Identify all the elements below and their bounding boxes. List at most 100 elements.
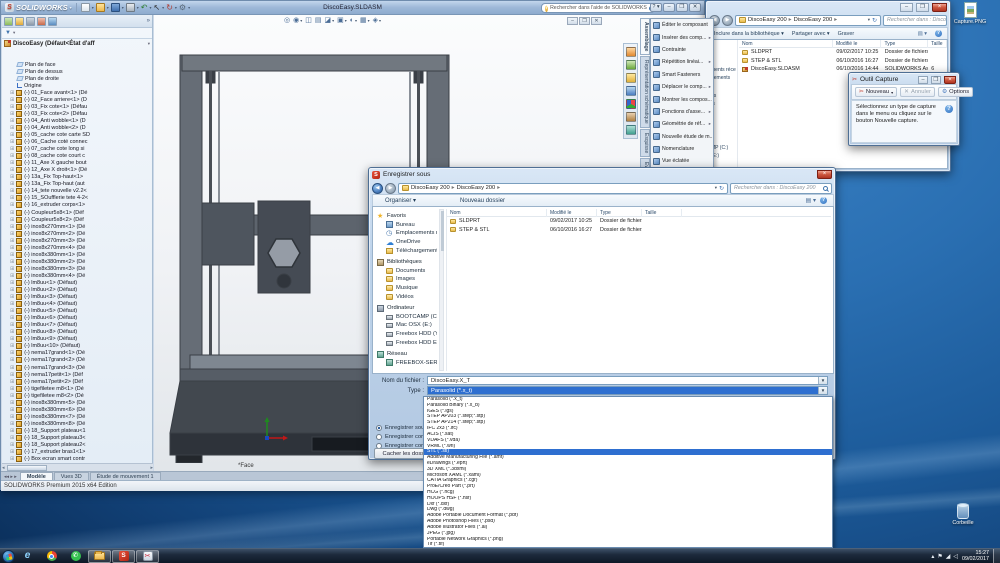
nav-item[interactable]: Vidéos: [375, 292, 437, 301]
breadcrumb-dropdown-icon[interactable]: ▾: [868, 17, 870, 23]
column-headers[interactable]: Nom Modifié le Type Taille: [739, 40, 947, 48]
root-caret-icon[interactable]: ▾: [148, 41, 150, 47]
configuration-manager-tab-icon[interactable]: [26, 16, 35, 26]
file-explorer-icon[interactable]: [625, 73, 636, 83]
help-icon[interactable]: ?: [820, 197, 827, 204]
nav-item[interactable]: Emplacements ré: [375, 229, 437, 238]
tree-item[interactable]: (-) inox8x380mm<8> (Dé: [2, 420, 152, 427]
help-icon[interactable]: ?: [945, 105, 953, 113]
menu-item[interactable]: Insérer des comp... ▸: [651, 31, 713, 43]
tree-item[interactable]: (-) inox8x270mm<1> (Dé: [2, 223, 152, 230]
tab-modele[interactable]: Modèle: [19, 472, 53, 480]
file-row[interactable]: STEP & STL 06/10/2016 16:27 Dossier de fic…: [447, 226, 831, 235]
menu-item[interactable]: Montrer les compos...: [651, 93, 713, 105]
tree-item[interactable]: (-) inox8x380mm<4> (Dé: [2, 272, 152, 279]
open-document-icon[interactable]: [95, 3, 105, 12]
tree-item[interactable]: (-) 15_SOufflerie tete 4-2<: [2, 195, 152, 202]
rebuild-caret-icon[interactable]: ▾: [175, 5, 177, 10]
close-button[interactable]: ×: [944, 75, 956, 84]
menu-item[interactable]: Éditer le composant: [651, 19, 713, 31]
rebuild-icon[interactable]: ↻: [166, 3, 173, 12]
tree-item[interactable]: (-) lm8uu<1> (Défaut): [2, 279, 152, 286]
taskbar-snipping-icon[interactable]: ✂: [136, 549, 159, 563]
nav-item[interactable]: Ordinateur: [375, 304, 437, 313]
select-pointer-icon[interactable]: ↖: [153, 3, 160, 12]
volume-icon[interactable]: ◁: [953, 553, 958, 560]
minimize-button[interactable]: –: [918, 75, 928, 84]
print-icon[interactable]: [125, 3, 135, 12]
start-button[interactable]: [2, 549, 15, 563]
forum-icon[interactable]: [625, 125, 636, 135]
sidebar-item[interactable]: gements: [711, 74, 737, 82]
tree-item[interactable]: (-) inox8x270mm<3> (Dé: [2, 237, 152, 244]
tree-item[interactable]: (-) 14_tete nouvelle v2.2<: [2, 188, 152, 195]
organize-button[interactable]: Organiser ▾: [385, 197, 416, 204]
tree-item[interactable]: (-) lm8uu<10> (Défaut): [2, 343, 152, 350]
menu-item[interactable]: Géométrie de réf... ▸: [651, 118, 713, 130]
tree-item[interactable]: (-) inox8x380mm<5> (Dé: [2, 399, 152, 406]
sidebar-item[interactable]: ts: [711, 100, 737, 108]
display-style-icon[interactable]: ▣ ▾: [337, 16, 347, 24]
tree-item[interactable]: (-) nema17grand<1> (Dé: [2, 350, 152, 357]
column-headers[interactable]: Nom Modifié le Type Taille: [447, 209, 831, 217]
tree-item[interactable]: (-) 16_extruder corps<1>: [2, 202, 152, 209]
tree-item[interactable]: (-) Box ecran smart contr: [2, 456, 152, 463]
doc-minimize-icon[interactable]: –: [567, 17, 578, 25]
commandmanager-tab[interactable]: Assemblage: [640, 18, 650, 56]
nav-item[interactable]: Favoris: [375, 212, 437, 221]
minimize-button[interactable]: –: [900, 3, 913, 12]
maximize-button[interactable]: ❐: [931, 75, 941, 84]
include-in-library-button[interactable]: Inclure dans la bibliothèque ▾: [714, 31, 784, 37]
forward-button[interactable]: ▶: [722, 14, 733, 26]
commandmanager-tab[interactable]: Représentation schématique: [640, 56, 650, 129]
tree-item[interactable]: (-) tigefiletee m8<1> (Dé: [2, 385, 152, 392]
tree-item[interactable]: (-) inox8x380mm<6> (Dé: [2, 406, 152, 413]
breadcrumb-dropdown-icon[interactable]: ▾: [715, 185, 717, 191]
taskbar-chrome-icon[interactable]: [40, 550, 63, 563]
search-box[interactable]: Rechercher dans : DiscoEasy 200: [883, 14, 947, 26]
tree-item[interactable]: (-) 13a_Fix Top-haut<1>: [2, 174, 152, 181]
doc-restore-icon[interactable]: ❐: [579, 17, 590, 25]
help-search-box[interactable]: ? Rechercher dans l'aide de SOLIDWORKS: [541, 3, 655, 13]
taskbar-ie-icon[interactable]: e: [16, 550, 39, 563]
breadcrumb-part[interactable]: DiscoEasy 200: [411, 185, 450, 191]
nav-item[interactable]: FREEBOX-SERVER: [375, 359, 437, 368]
breadcrumb-part[interactable]: DiscoEasy 200: [457, 185, 496, 191]
menu-item[interactable]: Fonctions d'asse... ▸: [651, 106, 713, 118]
zoom-area-icon[interactable]: ◉ ▾: [293, 16, 302, 24]
column-header-taille[interactable]: Taille: [642, 209, 682, 217]
nav-item[interactable]: BOOTCAMP (C:): [375, 313, 437, 322]
property-manager-tab-icon[interactable]: [15, 16, 24, 26]
column-header-nom[interactable]: Nom: [739, 40, 833, 48]
tree-item[interactable]: (-) lm8uu<3> (Défaut): [2, 294, 152, 301]
tree-item[interactable]: (-) lm8uu<5> (Défaut): [2, 308, 152, 315]
tree-item[interactable]: (-) 04_Anti wobble<1> (D: [2, 117, 152, 124]
column-header-modifie[interactable]: Modifié le: [833, 40, 882, 48]
file-row[interactable]: STEP & STL 06/10/2016 16:27 Dossier de fic…: [739, 57, 947, 66]
zoom-fit-icon[interactable]: ◎: [284, 16, 290, 24]
hide-show-items-icon[interactable]: ◐ ▾: [350, 17, 357, 24]
tree-item[interactable]: (-) inox8x270mm<4> (Dé: [2, 244, 152, 251]
sidebar-item[interactable]: MP (C:): [711, 144, 737, 152]
burn-button[interactable]: Graver: [838, 31, 854, 37]
tree-item[interactable]: Plan de face: [2, 61, 152, 68]
options-gear-icon[interactable]: ⚙: [179, 3, 186, 12]
filter-funnel-icon[interactable]: ▼: [5, 30, 11, 36]
nav-item[interactable]: Bibliothèques: [375, 258, 437, 267]
tree-item[interactable]: (-) inox8x380mm<1> (Dé: [2, 251, 152, 258]
tree-item[interactable]: (-) lm8uu<9> (Défaut): [2, 336, 152, 343]
tree-item[interactable]: (-) Coupleur5x8<1> (Déf: [2, 209, 152, 216]
nav-item[interactable]: Bureau: [375, 221, 437, 230]
tree-item[interactable]: (-) inox8x270mm<2> (Dé: [2, 230, 152, 237]
column-header-taille[interactable]: Taille: [928, 40, 947, 48]
menu-item[interactable]: Contrainte: [651, 44, 713, 56]
save-dialog-titlebar[interactable]: S Enregistrer sous ×: [369, 168, 835, 181]
tree-item[interactable]: (-) 01_Face avant<1> (Dé: [2, 89, 152, 96]
tree-item[interactable]: (-) 11_Axe X gauche bout: [2, 160, 152, 167]
nav-item[interactable]: Mac OSX (E:): [375, 321, 437, 330]
radio-save-as[interactable]: Enregistrer sous: [376, 425, 427, 431]
view-palette-icon[interactable]: [625, 86, 636, 96]
view-options-icon[interactable]: ▤ ▾: [918, 31, 927, 37]
filter-caret-icon[interactable]: ▾: [13, 30, 15, 36]
tree-item[interactable]: (-) 06_Cache coté connec: [2, 139, 152, 146]
